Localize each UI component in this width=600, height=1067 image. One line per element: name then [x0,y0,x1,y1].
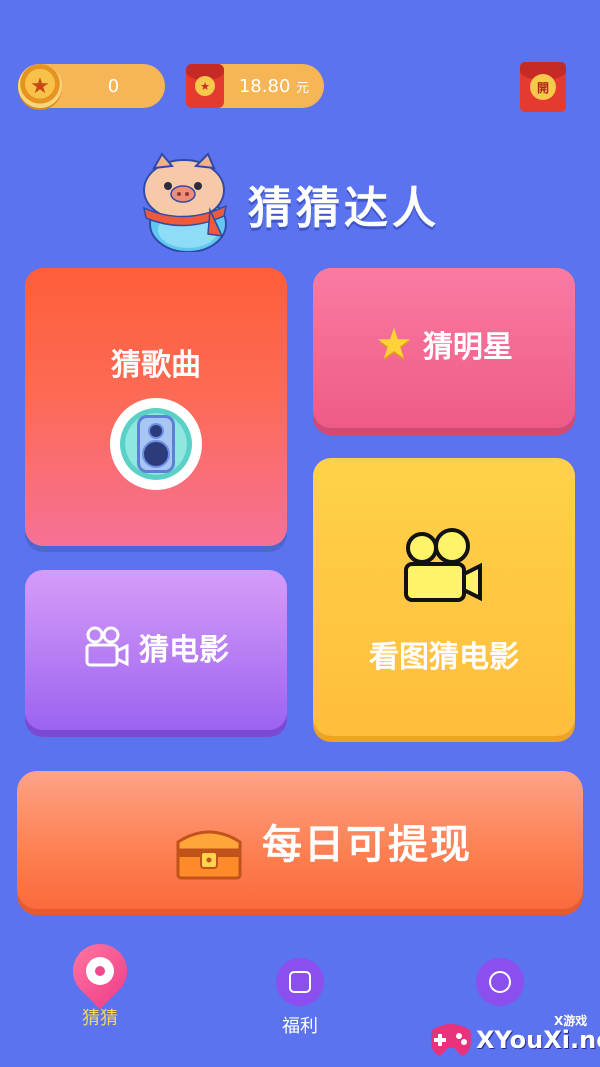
guess-movie-label: 猜电影 [139,633,229,668]
open-envelope-label: 開 [530,74,556,100]
red-envelope-icon: ★ [186,64,224,108]
user-profile-icon [476,958,524,1006]
watermark-site-text: XYouXi.net [476,1026,600,1054]
movie-camera-icon [85,626,129,667]
coin-balance-pill[interactable]: ★ 0 [18,64,165,108]
guess-star-label: 猜明星 [422,330,513,365]
open-red-envelope-button[interactable]: 開 [520,62,566,112]
cash-balance-pill[interactable]: ★ 18.80 元 [186,64,324,108]
picture-guess-movie-label: 看图猜电影 [369,640,519,675]
gift-calendar-icon [276,958,324,1006]
tab-welfare-label: 福利 [282,1016,318,1037]
app-title: 猜猜达人 [248,183,440,234]
music-disc-icon [61,932,139,1010]
coin-balance-value: 0 [107,75,120,97]
site-watermark: X游戏 XYouXi.net [428,1010,600,1067]
guess-star-row: ★ 猜明星 [313,322,575,366]
gamepad-logo-icon [431,1024,471,1056]
speaker-icon [110,398,202,490]
pig-mascot-logo [142,152,228,252]
video-camera-icon [404,528,482,602]
star-icon: ★ [375,319,413,368]
cash-unit: 元 [296,80,310,96]
guess-song-label: 猜歌曲 [111,348,201,383]
guess-movie-row: 猜电影 [25,625,287,669]
tab-guess[interactable]: 猜猜 [55,932,145,1030]
star-coin-icon: ★ [18,64,62,108]
tab-welfare[interactable]: 福利 [255,958,345,1038]
tab-profile[interactable] [455,958,545,1012]
daily-withdraw-label: 每日可提现 [262,822,472,868]
cash-amount: 18.80 [238,75,291,97]
treasure-chest-icon [176,830,242,880]
cash-balance-value: 18.80 元 [232,76,316,97]
